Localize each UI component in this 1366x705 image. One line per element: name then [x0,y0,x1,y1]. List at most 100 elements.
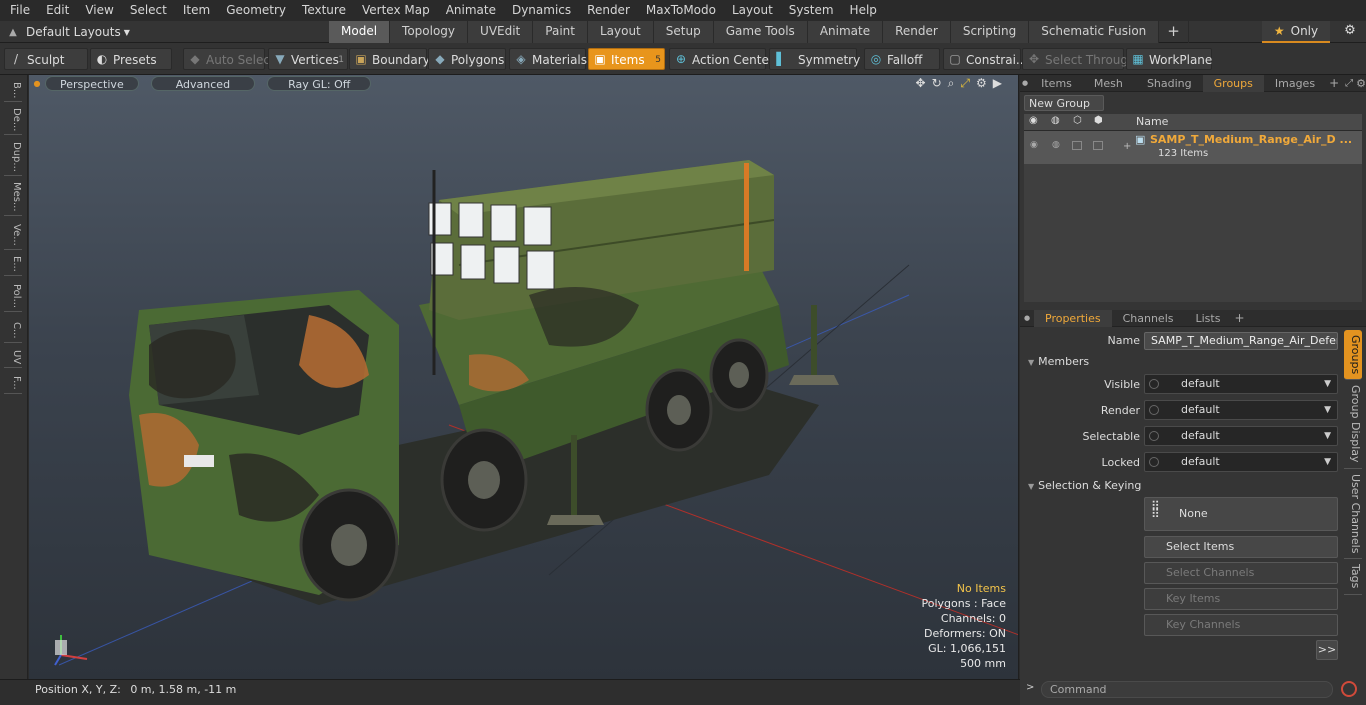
tab-render[interactable]: Render [883,21,951,43]
none-button[interactable]: ⠿ ⠿ None [1144,497,1338,531]
add-tab-icon[interactable]: + [1326,76,1342,90]
tab-mesh[interactable]: Mesh ... [1083,75,1136,107]
vehicle-model[interactable] [29,75,1019,679]
name-field[interactable]: SAMP_T_Medium_Range_Air_Defense [1144,332,1338,350]
render-dropdown[interactable]: default ▼ [1144,400,1338,420]
tab-layout[interactable]: Layout [587,21,654,43]
select-items-button[interactable]: Select Items [1144,536,1338,558]
presets-button[interactable]: ◐ Presets [90,48,172,70]
side-tab-tags[interactable]: Tags [1344,559,1362,595]
panel-gear-icon[interactable]: ⚙ [1356,77,1366,90]
gear-icon[interactable]: ⚙ [1340,23,1360,41]
tab-game-tools[interactable]: Game Tools [713,21,808,43]
tab-channels[interactable]: Channels [1112,310,1185,327]
key-items-button[interactable]: Key Items [1144,588,1338,610]
menu-vertex-map[interactable]: Vertex Map [354,0,438,21]
new-group-button[interactable]: New Group [1024,95,1104,111]
locked-radio[interactable] [1149,457,1159,467]
select-icon[interactable]: ⬢ [1094,115,1103,126]
tab-setup[interactable]: Setup [653,21,714,43]
left-tab-ve[interactable]: Ve... [4,221,22,250]
expand-plus-icon[interactable]: + [1123,141,1131,152]
lock-icon[interactable]: ⬡ [1073,115,1082,126]
tab-shading[interactable]: Shading [1136,75,1203,92]
row-lock-checkbox[interactable] [1072,141,1082,150]
menu-geometry[interactable]: Geometry [218,0,294,21]
left-tab-c[interactable]: C... [4,319,22,343]
layout-selector[interactable]: ▲ Default Layouts ▼ [0,21,150,43]
left-tab-f[interactable]: F... [4,373,22,394]
record-icon[interactable] [1341,681,1357,697]
tab-properties[interactable]: Properties [1034,309,1112,327]
visible-dropdown[interactable]: default ▼ [1144,374,1338,394]
menu-select[interactable]: Select [122,0,175,21]
tab-lists[interactable]: Lists [1185,310,1232,327]
left-tab-mes[interactable]: Mes... [4,179,22,216]
tab-images[interactable]: Images [1264,75,1326,92]
only-button[interactable]: ★ Only [1262,21,1330,43]
left-tab-uv[interactable]: UV [4,347,22,369]
selection-keying-header[interactable]: ▼ Selection & Keying [1028,479,1141,492]
side-tab-group-display[interactable]: Group Display [1344,380,1362,469]
row-eye-icon[interactable]: ◉ [1030,140,1038,150]
symmetry-button[interactable]: ▌ Symmetry [769,48,860,70]
tab-paint[interactable]: Paint [533,21,588,43]
workplane-button[interactable]: ▦ WorkPlane [1126,48,1212,70]
groups-list-area[interactable] [1024,164,1362,302]
eye-icon[interactable]: ◉ [1029,115,1038,126]
left-tab-e[interactable]: E... [4,253,22,276]
add-tab-button[interactable]: + [1159,21,1189,43]
tab-uvedit[interactable]: UVEdit [468,21,534,43]
key-channels-button[interactable]: Key Channels [1144,614,1338,636]
tab-animate[interactable]: Animate [807,21,884,43]
select-channels-button[interactable]: Select Channels [1144,562,1338,584]
3d-viewport[interactable]: ● Perspective Advanced Ray GL: Off ✥ ↻ ⌕… [29,75,1019,679]
menu-maxtomodo[interactable]: MaxToModo [638,0,724,21]
render-radio[interactable] [1149,405,1159,415]
tab-schematic-fusion[interactable]: Schematic Fusion [1029,21,1160,43]
group-row[interactable]: ◉ ◍ + ▣ SAMP_T_Medium_Range_Air_D ... 12… [1024,131,1362,164]
tab-topology[interactable]: Topology [390,21,469,43]
left-tab-pol[interactable]: Pol... [4,281,22,313]
visible-radio[interactable] [1149,379,1159,389]
members-header[interactable]: ▼ Members [1028,355,1089,368]
items-button[interactable]: ▣ Items 5 [588,48,665,70]
menu-dynamics[interactable]: Dynamics [504,0,579,21]
menu-layout[interactable]: Layout [724,0,781,21]
tab-model[interactable]: Model [329,21,391,43]
expand-icon[interactable]: ⤢ [1342,78,1356,89]
action-center-button[interactable]: ⊕ Action Center [669,48,774,70]
tab-scripting[interactable]: Scripting [950,21,1030,43]
tab-groups[interactable]: Groups [1202,74,1264,92]
side-tab-groups[interactable]: Groups [1344,330,1362,381]
side-tab-user-channels[interactable]: User Channels [1344,469,1362,560]
menu-texture[interactable]: Texture [294,0,354,21]
menu-animate[interactable]: Animate [438,0,504,21]
menu-render[interactable]: Render [579,0,638,21]
more-button[interactable]: >> [1316,640,1338,660]
panel-menu-dot[interactable]: ● [1020,79,1030,87]
vertices-button[interactable]: ▼ Vertices 1 [268,48,348,70]
falloff-button[interactable]: ◎ Falloff [864,48,940,70]
auto-select-button[interactable]: ◆ Auto Select [183,48,275,70]
left-tab-b[interactable]: B... [4,79,22,103]
boundary-button[interactable]: ▣ Boundary [349,48,430,70]
left-tab-de[interactable]: De... [4,105,22,136]
tab-items[interactable]: Items [1030,75,1083,92]
selectable-dropdown[interactable]: default ▼ [1144,426,1338,446]
row-select-checkbox[interactable] [1093,141,1103,150]
menu-view[interactable]: View [77,0,121,21]
menu-system[interactable]: System [781,0,842,21]
sculpt-button[interactable]: / Sculpt [4,48,88,70]
menu-edit[interactable]: Edit [38,0,77,21]
render-icon[interactable]: ◍ [1051,115,1060,126]
locked-dropdown[interactable]: default ▼ [1144,452,1338,472]
constraints-button[interactable]: ▢ Constrai... [943,48,1027,70]
select-through-button[interactable]: ✥ Select Through [1022,48,1136,70]
polygons-button[interactable]: ◆ Polygons [428,48,506,70]
menu-file[interactable]: File [0,0,38,21]
command-input[interactable]: Command [1041,681,1333,698]
row-render-icon[interactable]: ◍ [1052,140,1060,150]
menu-help[interactable]: Help [842,0,885,21]
props-menu-dot[interactable]: ● [1020,314,1034,322]
